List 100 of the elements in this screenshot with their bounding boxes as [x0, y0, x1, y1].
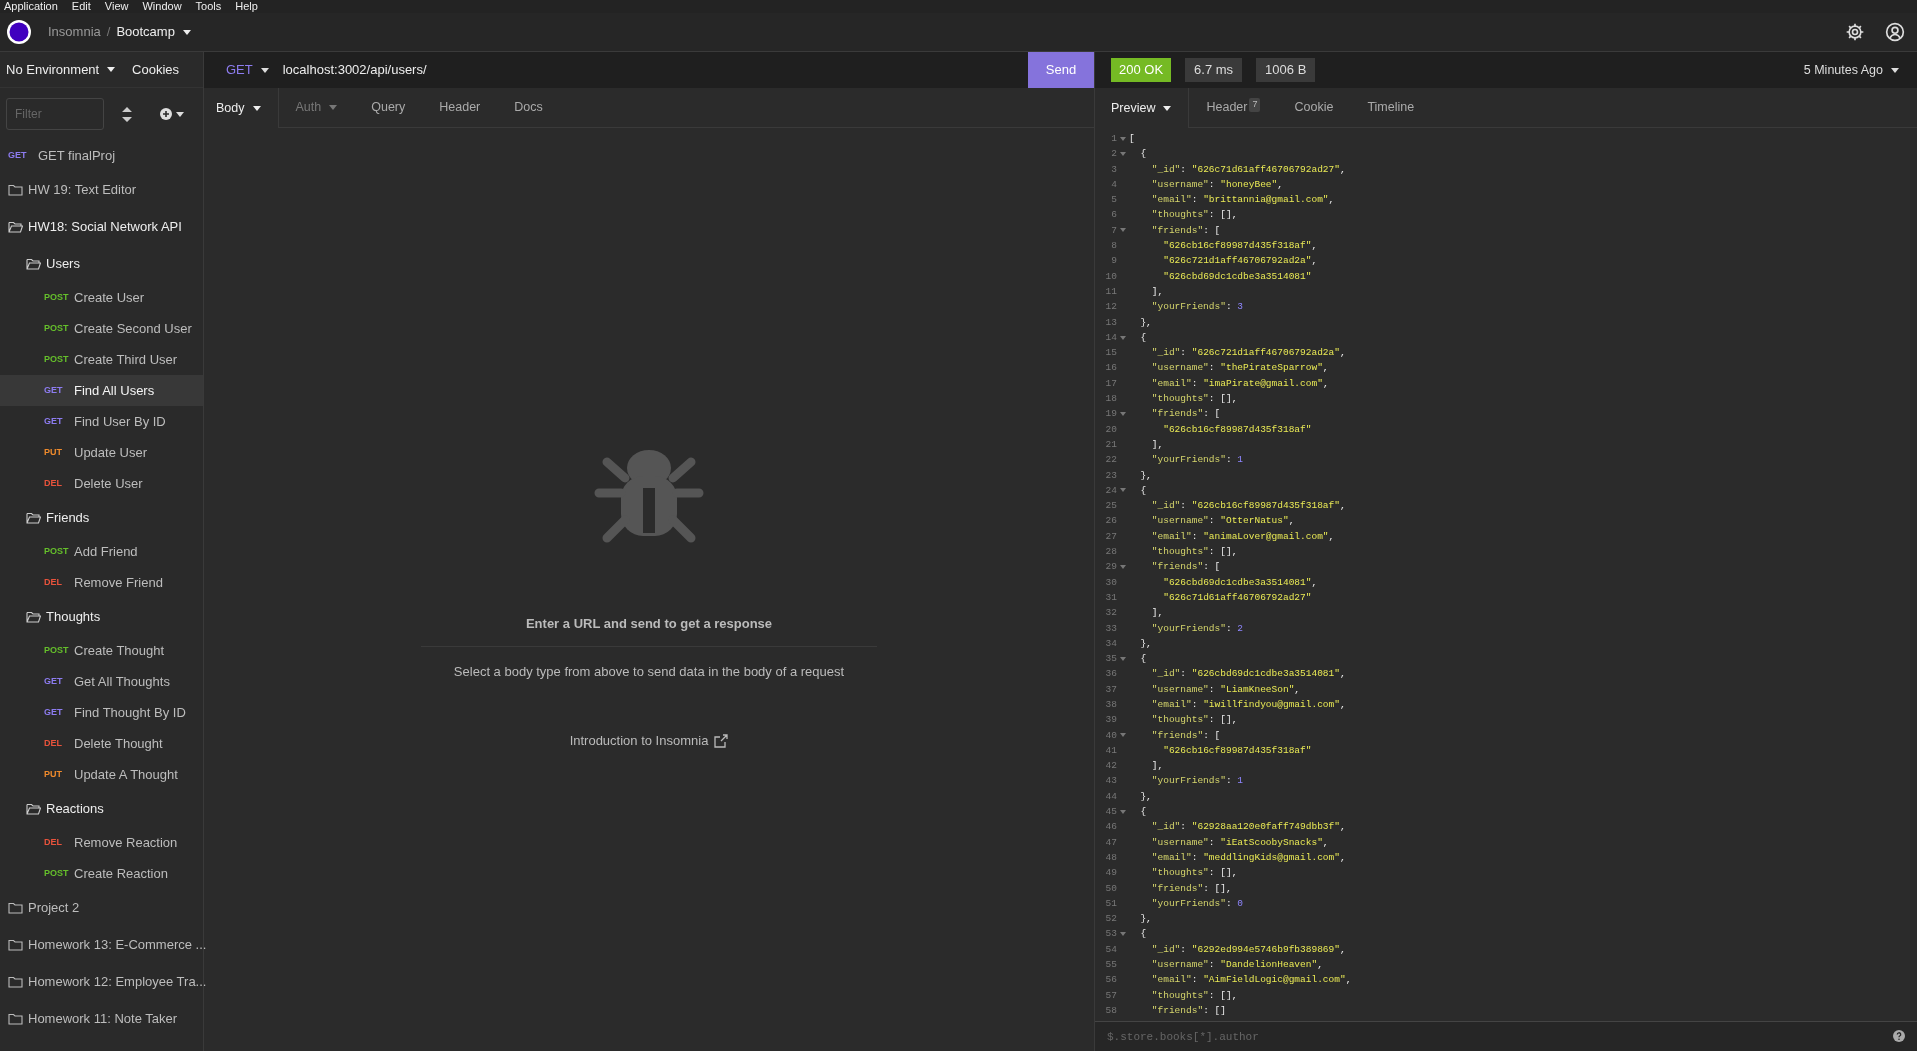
- method-tag: GET: [44, 383, 74, 398]
- request-item[interactable]: DEL Delete Thought: [0, 728, 203, 759]
- request-item[interactable]: PUT Update User: [0, 437, 203, 468]
- caret-icon: [176, 111, 184, 117]
- line-number: 37: [1104, 682, 1117, 697]
- line-number: 16: [1104, 361, 1117, 376]
- line-number: 38: [1104, 698, 1117, 712]
- fold-arrow-icon[interactable]: [1120, 809, 1126, 814]
- code-line: "friends": [: [1150, 728, 1221, 743]
- request-item[interactable]: DEL Delete User: [0, 468, 203, 499]
- method-tag: POST: [44, 290, 74, 305]
- folder-item[interactable]: Friends: [0, 499, 203, 536]
- fold-arrow-icon[interactable]: [1120, 136, 1126, 141]
- request-item[interactable]: GET Find All Users: [0, 375, 203, 406]
- code-line: "email": "imaPirate@gmail.com",: [1150, 376, 1329, 391]
- fold-arrow-icon[interactable]: [1120, 412, 1126, 416]
- intro-link[interactable]: Introduction to Insomnia: [569, 731, 729, 751]
- method-tag: POST: [44, 866, 74, 881]
- request-item[interactable]: GET Find User By ID: [0, 406, 203, 437]
- fold-arrow-icon[interactable]: [1120, 151, 1126, 156]
- code-line: },: [1139, 912, 1152, 927]
- fold-arrow-icon[interactable]: [1120, 733, 1126, 738]
- code-line: "username": "thePirateSparrow",: [1150, 361, 1329, 376]
- fold-arrow-icon[interactable]: [1120, 564, 1126, 569]
- method-dropdown[interactable]: GET: [204, 52, 283, 88]
- tab[interactable]: Cookie: [1277, 88, 1351, 128]
- app-name[interactable]: Insomnia: [48, 22, 101, 42]
- add-button[interactable]: [160, 108, 184, 120]
- folder-item[interactable]: Homework 11: Note Taker: [0, 1000, 203, 1037]
- fold-arrow-icon[interactable]: [1120, 335, 1126, 340]
- sort-icon[interactable]: [122, 106, 132, 122]
- fold-arrow-icon[interactable]: [1120, 228, 1126, 233]
- settings-icon[interactable]: [1845, 22, 1865, 42]
- code-line: "626cb16cf89987d435f318af",: [1162, 239, 1318, 254]
- fold-arrow-icon[interactable]: [1120, 656, 1126, 661]
- tab[interactable]: Timeline: [1350, 88, 1432, 128]
- folder-item[interactable]: Project 2: [0, 889, 203, 926]
- request-item[interactable]: GET GET finalProj: [0, 140, 203, 171]
- folder-item[interactable]: HW18: Social Network API: [0, 208, 203, 245]
- menu-item[interactable]: Window: [142, 0, 182, 13]
- request-item[interactable]: DEL Remove Reaction: [0, 827, 203, 858]
- line-number: 3: [1110, 162, 1117, 177]
- code-line: ],: [1150, 759, 1164, 774]
- code-line: "username": "LiamKneeSon",: [1150, 682, 1301, 697]
- workspace-dropdown[interactable]: Bootcamp: [116, 22, 191, 42]
- request-item[interactable]: PUT Update A Thought: [0, 759, 203, 790]
- tab[interactable]: Docs: [497, 88, 560, 128]
- line-number: 30: [1104, 575, 1117, 590]
- line-number: 49: [1104, 866, 1117, 881]
- request-item[interactable]: POST Create Third User: [0, 344, 203, 375]
- request-item[interactable]: POST Create Second User: [0, 313, 203, 344]
- menu-item[interactable]: Help: [235, 0, 258, 13]
- menu-item[interactable]: Tools: [195, 0, 222, 13]
- filter-field[interactable]: Filter: [6, 98, 104, 130]
- menu-item[interactable]: Application: [4, 0, 58, 13]
- tab[interactable]: Header: [422, 88, 498, 128]
- menu-item[interactable]: Edit: [71, 0, 91, 13]
- code-line: "email": "brittannia@gmail.com",: [1150, 193, 1335, 208]
- code-line: [: [1129, 132, 1135, 146]
- tab[interactable]: Preview: [1095, 88, 1190, 128]
- help-icon[interactable]: [1893, 1030, 1905, 1042]
- code-line: "yourFriends": 1: [1150, 453, 1244, 468]
- request-item[interactable]: POST Add Friend: [0, 536, 203, 567]
- code-line: "626cb16cf89987d435f318af": [1162, 743, 1312, 758]
- request-item[interactable]: POST Create Thought: [0, 635, 203, 666]
- tab[interactable]: Query: [354, 88, 423, 128]
- folder-item[interactable]: HW 19: Text Editor: [0, 171, 203, 208]
- folder-item[interactable]: Users: [0, 245, 203, 282]
- code-line: "thoughts": [],: [1150, 988, 1238, 1003]
- status-badge: 200 OK: [1111, 58, 1172, 82]
- history-dropdown[interactable]: 5 Minutes Ago: [1803, 60, 1899, 80]
- url-field[interactable]: localhost:3002/api/users/: [282, 52, 1028, 88]
- fold-arrow-icon[interactable]: [1120, 488, 1126, 493]
- request-item[interactable]: GET Find Thought By ID: [0, 697, 203, 728]
- send-button[interactable]: Send: [1028, 52, 1094, 88]
- menu-item[interactable]: View: [104, 0, 129, 13]
- line-number: 4: [1110, 177, 1117, 192]
- tab[interactable]: Header 7: [1189, 88, 1278, 128]
- code-line: "friends": [: [1150, 223, 1221, 238]
- user-icon[interactable]: [1885, 22, 1905, 42]
- code-line: },: [1139, 789, 1152, 804]
- folder-item[interactable]: Thoughts: [0, 598, 203, 635]
- line-number: 29: [1104, 560, 1117, 575]
- request-item[interactable]: DEL Remove Friend: [0, 567, 203, 598]
- cookies-button[interactable]: Cookies: [132, 59, 179, 80]
- query-field[interactable]: $.store.books[*].author: [1095, 1021, 1917, 1051]
- plus-icon: [160, 108, 172, 120]
- request-item[interactable]: POST Create Reaction: [0, 858, 203, 889]
- code-line: "friends": [: [1150, 407, 1221, 422]
- method-tag: POST: [44, 643, 74, 658]
- fold-arrow-icon[interactable]: [1120, 932, 1126, 937]
- code-line: "yourFriends": 0: [1150, 896, 1244, 911]
- line-number: 56: [1104, 973, 1117, 988]
- request-item[interactable]: GET Get All Thoughts: [0, 666, 203, 697]
- folder-item[interactable]: Reactions: [0, 790, 203, 827]
- tab[interactable]: Body: [204, 88, 279, 128]
- request-item[interactable]: POST Create User: [0, 282, 203, 313]
- environment-dropdown[interactable]: No Environment: [6, 59, 116, 80]
- line-number: 51: [1104, 896, 1117, 911]
- method-tag: DEL: [44, 575, 74, 590]
